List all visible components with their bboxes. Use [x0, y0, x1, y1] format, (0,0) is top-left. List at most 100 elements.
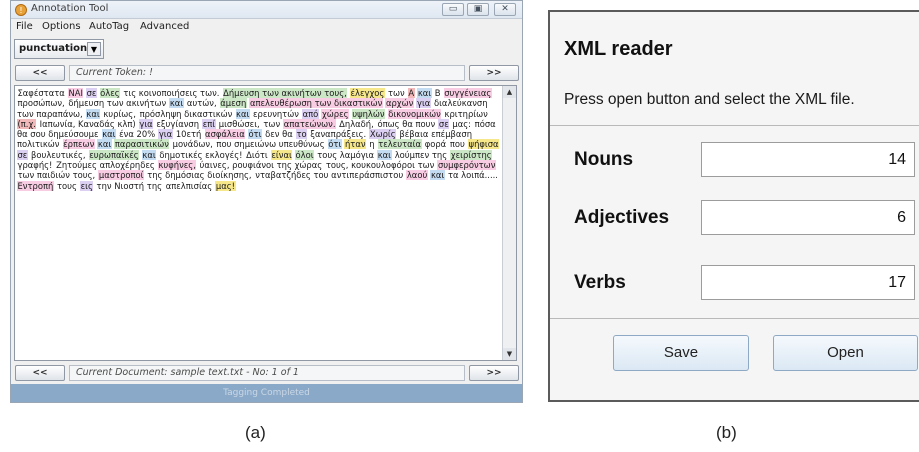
annotated-token[interactable]: αρχών [385, 98, 414, 109]
annotated-token[interactable]: όλες [99, 88, 121, 98]
annotated-token[interactable]: και [85, 108, 101, 119]
annotated-token[interactable]: Ιαπωνία, Καναδάς κλπ) [39, 119, 136, 129]
annotated-token[interactable]: τελευταία [377, 139, 422, 150]
annotated-token[interactable]: Ζητούμες απλοχέρηδες [56, 160, 156, 170]
annotated-token[interactable]: των [263, 119, 281, 129]
annotated-token[interactable]: 10ετή [175, 129, 202, 139]
annotated-token[interactable]: και [169, 98, 184, 109]
maximize-button[interactable]: ▣ [467, 3, 489, 16]
annotated-token[interactable]: βουλευτικές, [31, 150, 87, 160]
annotated-token[interactable]: λαού [406, 170, 428, 181]
close-button[interactable]: ✕ [494, 3, 516, 16]
annotated-token[interactable]: έρπεων [62, 139, 95, 150]
annotated-token[interactable]: τους, κουκουλοφόροι των [325, 160, 434, 170]
annotated-token[interactable]: όλοι [294, 149, 315, 160]
annotated-token[interactable]: λούμπεν της [394, 150, 447, 160]
annotated-token[interactable]: αυτών, [186, 98, 217, 108]
annotated-token[interactable]: είναι [270, 149, 293, 160]
annotated-token[interactable]: συμφερόντων [437, 160, 496, 171]
annotated-token[interactable]: και [235, 108, 250, 119]
annotated-token[interactable]: των παιδιών τους, [17, 170, 96, 180]
annotated-token[interactable]: ασφάλεια [204, 129, 246, 140]
annotated-token[interactable]: σε [438, 118, 450, 129]
annotated-token[interactable]: Διότι [246, 150, 269, 160]
annotated-token[interactable]: φορά [424, 139, 447, 149]
open-button[interactable]: Open [773, 335, 918, 371]
annotated-token[interactable]: ύαινες, ρουφιάνοι της χώρας [199, 160, 323, 170]
annotated-token[interactable]: απατεώνων. [283, 118, 336, 129]
annotated-token[interactable]: δεν θα [265, 129, 294, 139]
annotated-token[interactable]: τα λοιπά..... [447, 170, 498, 180]
menu-advanced[interactable]: Advanced [140, 21, 189, 32]
annotated-token[interactable]: επί [202, 118, 216, 129]
annotated-token[interactable]: συγγένειας [443, 88, 492, 98]
menu-file[interactable]: File [16, 21, 33, 32]
annotated-token[interactable]: όπως θα πουν [377, 119, 436, 129]
annotated-token[interactable]: Δηλαδή, [339, 119, 375, 129]
annotated-token[interactable]: και [377, 149, 392, 160]
save-button[interactable]: Save [613, 335, 749, 371]
annotated-token[interactable]: δικονομικών [387, 108, 442, 119]
minimize-button[interactable]: ▭ [442, 3, 464, 16]
annotated-token[interactable]: και [430, 170, 445, 181]
prev-token-button[interactable]: << [15, 65, 65, 81]
annotated-token[interactable]: άμεση [219, 98, 247, 109]
annotated-token[interactable]: μισθώσει, [218, 119, 260, 129]
annotated-token[interactable]: το [295, 129, 308, 140]
scroll-up-icon[interactable]: ▲ [503, 86, 516, 98]
annotated-token[interactable]: δημοτικές εκλογές! [159, 150, 243, 160]
annotated-token[interactable]: τις κοινοποιήσεις των. [123, 88, 220, 98]
annotated-token[interactable]: ψήφισα [468, 139, 500, 150]
chevron-down-icon[interactable]: ▼ [87, 42, 101, 56]
annotated-token[interactable]: σε [86, 88, 97, 98]
prev-document-button[interactable]: << [15, 365, 65, 381]
annotated-token[interactable]: Β [434, 88, 441, 98]
annotated-token[interactable]: από [302, 108, 319, 119]
annotated-token[interactable]: κυρίως, [103, 109, 137, 119]
annotated-token[interactable]: προσώπων, [17, 98, 65, 108]
annotated-token[interactable]: απελπισίας [165, 181, 213, 191]
annotated-token[interactable]: που σημειώνω υπευθύνως [216, 139, 325, 149]
annotated-token[interactable]: έλεγχος [349, 88, 385, 98]
annotated-token[interactable]: των [388, 88, 406, 98]
annotated-text-area[interactable]: Σαφέστατα ΝΑΙ σε όλες τις κοινοποιήσεις … [14, 85, 517, 361]
menu-autotag[interactable]: AutoTag [89, 21, 129, 32]
annotated-token[interactable]: ένα 20% [119, 129, 156, 139]
annotated-token[interactable]: σε [17, 149, 28, 160]
annotated-token[interactable]: και [101, 129, 116, 140]
annotated-token[interactable]: μας: [452, 119, 472, 129]
annotated-token[interactable]: που [449, 139, 465, 149]
annotated-token[interactable]: τους λαμόγια [317, 150, 375, 160]
annotated-token[interactable]: χειρίστης [450, 149, 493, 160]
annotated-token[interactable]: ΝΑΙ [67, 88, 84, 98]
annotated-token[interactable]: εις [80, 180, 94, 191]
tag-type-select[interactable]: punctuation ▼ [14, 39, 104, 59]
annotated-token[interactable]: πρόσληψη δικαστικών [139, 109, 233, 119]
next-token-button[interactable]: >> [469, 65, 519, 81]
annotated-token[interactable]: παρασιτικών [114, 139, 170, 150]
annotated-token[interactable]: ότι [247, 129, 262, 140]
menu-options[interactable]: Options [42, 21, 81, 32]
annotated-token[interactable]: ήταν [344, 139, 367, 150]
annotated-token[interactable]: και [141, 149, 157, 160]
annotated-token[interactable]: η [369, 139, 375, 149]
annotated-token[interactable]: Α [407, 88, 415, 98]
annotated-token[interactable]: την Νιοστή της [96, 181, 163, 191]
annotated-token[interactable]: εξυγίανση [156, 119, 200, 129]
annotated-token[interactable]: (π.χ. [17, 118, 37, 129]
annotated-token[interactable]: μονάδων, [172, 139, 213, 149]
annotated-token[interactable]: Εντροπή [17, 180, 54, 191]
annotated-token[interactable]: δήμευση των ακινήτων [68, 98, 167, 108]
annotated-token[interactable]: μαστροποί [98, 170, 145, 181]
annotated-token[interactable]: Χωρίς [369, 129, 397, 140]
annotated-token[interactable]: για [138, 118, 154, 129]
annotated-token[interactable]: τους [56, 181, 77, 191]
annotated-token[interactable]: και [417, 88, 432, 98]
annotated-token[interactable]: της δημόσιας διοίκησης, [147, 170, 252, 180]
annotated-token[interactable]: ερευνητών [252, 109, 299, 119]
scroll-down-icon[interactable]: ▼ [503, 348, 516, 360]
annotated-token[interactable]: για [158, 129, 173, 140]
annotated-token[interactable]: χώρες [321, 108, 350, 119]
annotated-token[interactable]: και [97, 139, 112, 150]
annotated-token[interactable]: Σαφέστατα [17, 88, 65, 98]
